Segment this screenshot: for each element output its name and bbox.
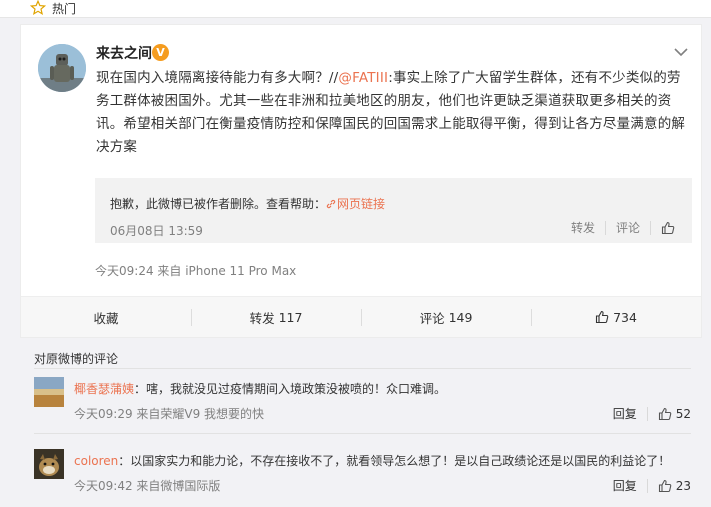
deleted-notice: 抱歉，此微博已被作者删除。查看帮助： 网页链接 [110,195,385,212]
comment-body: 椰香瑟蒲姨：嗐，我就没见过疫情期间入境政策没被喷的！众口难调。 [74,380,684,398]
thumbs-up-icon[interactable] [658,479,672,493]
divider [646,406,648,421]
divider [604,220,606,235]
deleted-notice-text: 抱歉，此微博已被作者删除。查看帮助： [110,197,327,211]
link-icon [326,199,336,209]
divider [646,478,648,493]
comment-actions: 回复 52 [613,405,691,422]
thumbs-up-icon[interactable] [661,221,675,235]
quote-actions: 转发 评论 [571,219,675,236]
comment-label: 评论 [419,310,445,326]
repost-label: 转发 [249,310,275,326]
star-icon [30,0,46,16]
divider [34,433,691,434]
comment-actions: 回复 23 [613,477,691,494]
like-count: 734 [613,309,637,325]
post-author-name[interactable]: 来去之间 [96,43,152,63]
commenter-avatar[interactable] [34,377,64,407]
thumbs-up-icon [596,310,609,324]
favorite-button[interactable]: 收藏 [21,297,191,337]
favorite-label: 收藏 [93,310,119,326]
chevron-down-icon[interactable] [672,45,690,59]
post-meta[interactable]: 今天09:24 来自 iPhone 11 Pro Max [95,262,296,279]
comments-section: 对原微博的评论 椰香瑟蒲姨：嗐，我就没见过疫情期间入境政策没被喷的！众口难调。 … [20,342,702,507]
reply-button[interactable]: 回复 [613,405,637,422]
post-text-lead: 现在国内入境隔离接待能力有多大啊？// [96,70,339,86]
hot-tab-bar: 热门 [0,0,711,18]
quote-repost-button[interactable]: 转发 [571,219,595,236]
comments-title: 对原微博的评论 [34,352,119,366]
repost-count: 117 [278,309,303,325]
comment-button[interactable]: 评论 149 [361,297,531,337]
comment-like-count: 52 [675,406,691,421]
comment-meta[interactable]: 今天09:29 来自荣耀V9 我想要的快 [74,405,264,422]
verified-badge-icon: V [152,44,169,61]
comment-item: 椰香瑟蒲姨：嗐，我就没见过疫情期间入境政策没被喷的！众口难调。 今天09:29 … [34,375,691,445]
hot-tab-label[interactable]: 热门 [52,0,76,17]
comment-body: coloren：以国家实力和能力论，不存在接收不了，就看领导怎么想了！是以自己政… [74,452,684,470]
comment-like-count: 23 [675,478,691,493]
comment-meta[interactable]: 今天09:42 来自微博国际版 [74,477,220,494]
like-button[interactable]: 734 [531,297,701,337]
comment-text: ：嗐，我就没见过疫情期间入境政策没被喷的！众口难调。 [134,382,447,396]
repost-button[interactable]: 转发 117 [191,297,361,337]
post-card: 来去之间 V 现在国内入境隔离接待能力有多大啊？//@FATIII:事实上除了广… [20,24,702,338]
comment-count: 149 [448,309,473,325]
commenter-name[interactable]: 椰香瑟蒲姨 [74,382,134,396]
quote-date[interactable]: 06月08日 13:59 [110,222,203,239]
user-avatar[interactable] [38,44,86,92]
quote-comment-button[interactable]: 评论 [616,219,640,236]
thumbs-up-icon[interactable] [658,407,672,421]
commenter-avatar[interactable] [34,449,64,479]
post-action-bar: 收藏 转发 117 评论 149 734 [21,296,701,337]
mention-link[interactable]: @FATIII [338,70,388,86]
comment-item: coloren：以国家实力和能力论，不存在接收不了，就看领导怎么想了！是以自己政… [34,447,691,507]
post-text: 现在国内入境隔离接待能力有多大啊？//@FATIII:事实上除了广大留学生群体，… [96,67,686,159]
web-link[interactable]: 网页链接 [326,197,385,211]
comment-text: ：以国家实力和能力论，不存在接收不了，就看领导怎么想了！是以自己政绩论还是以国民… [118,454,671,468]
divider [34,368,691,369]
divider [650,220,651,235]
weibo-feed-page: 热门 来去之间 V 现在国内入境隔离接待能力有多大啊？//@FATIII:事实上… [0,0,711,507]
web-link-label: 网页链接 [337,197,386,211]
quoted-post: 抱歉，此微博已被作者删除。查看帮助： 网页链接 06月08日 13:59 转发 评… [95,178,692,243]
reply-button[interactable]: 回复 [613,477,637,494]
commenter-name[interactable]: coloren [74,454,118,468]
